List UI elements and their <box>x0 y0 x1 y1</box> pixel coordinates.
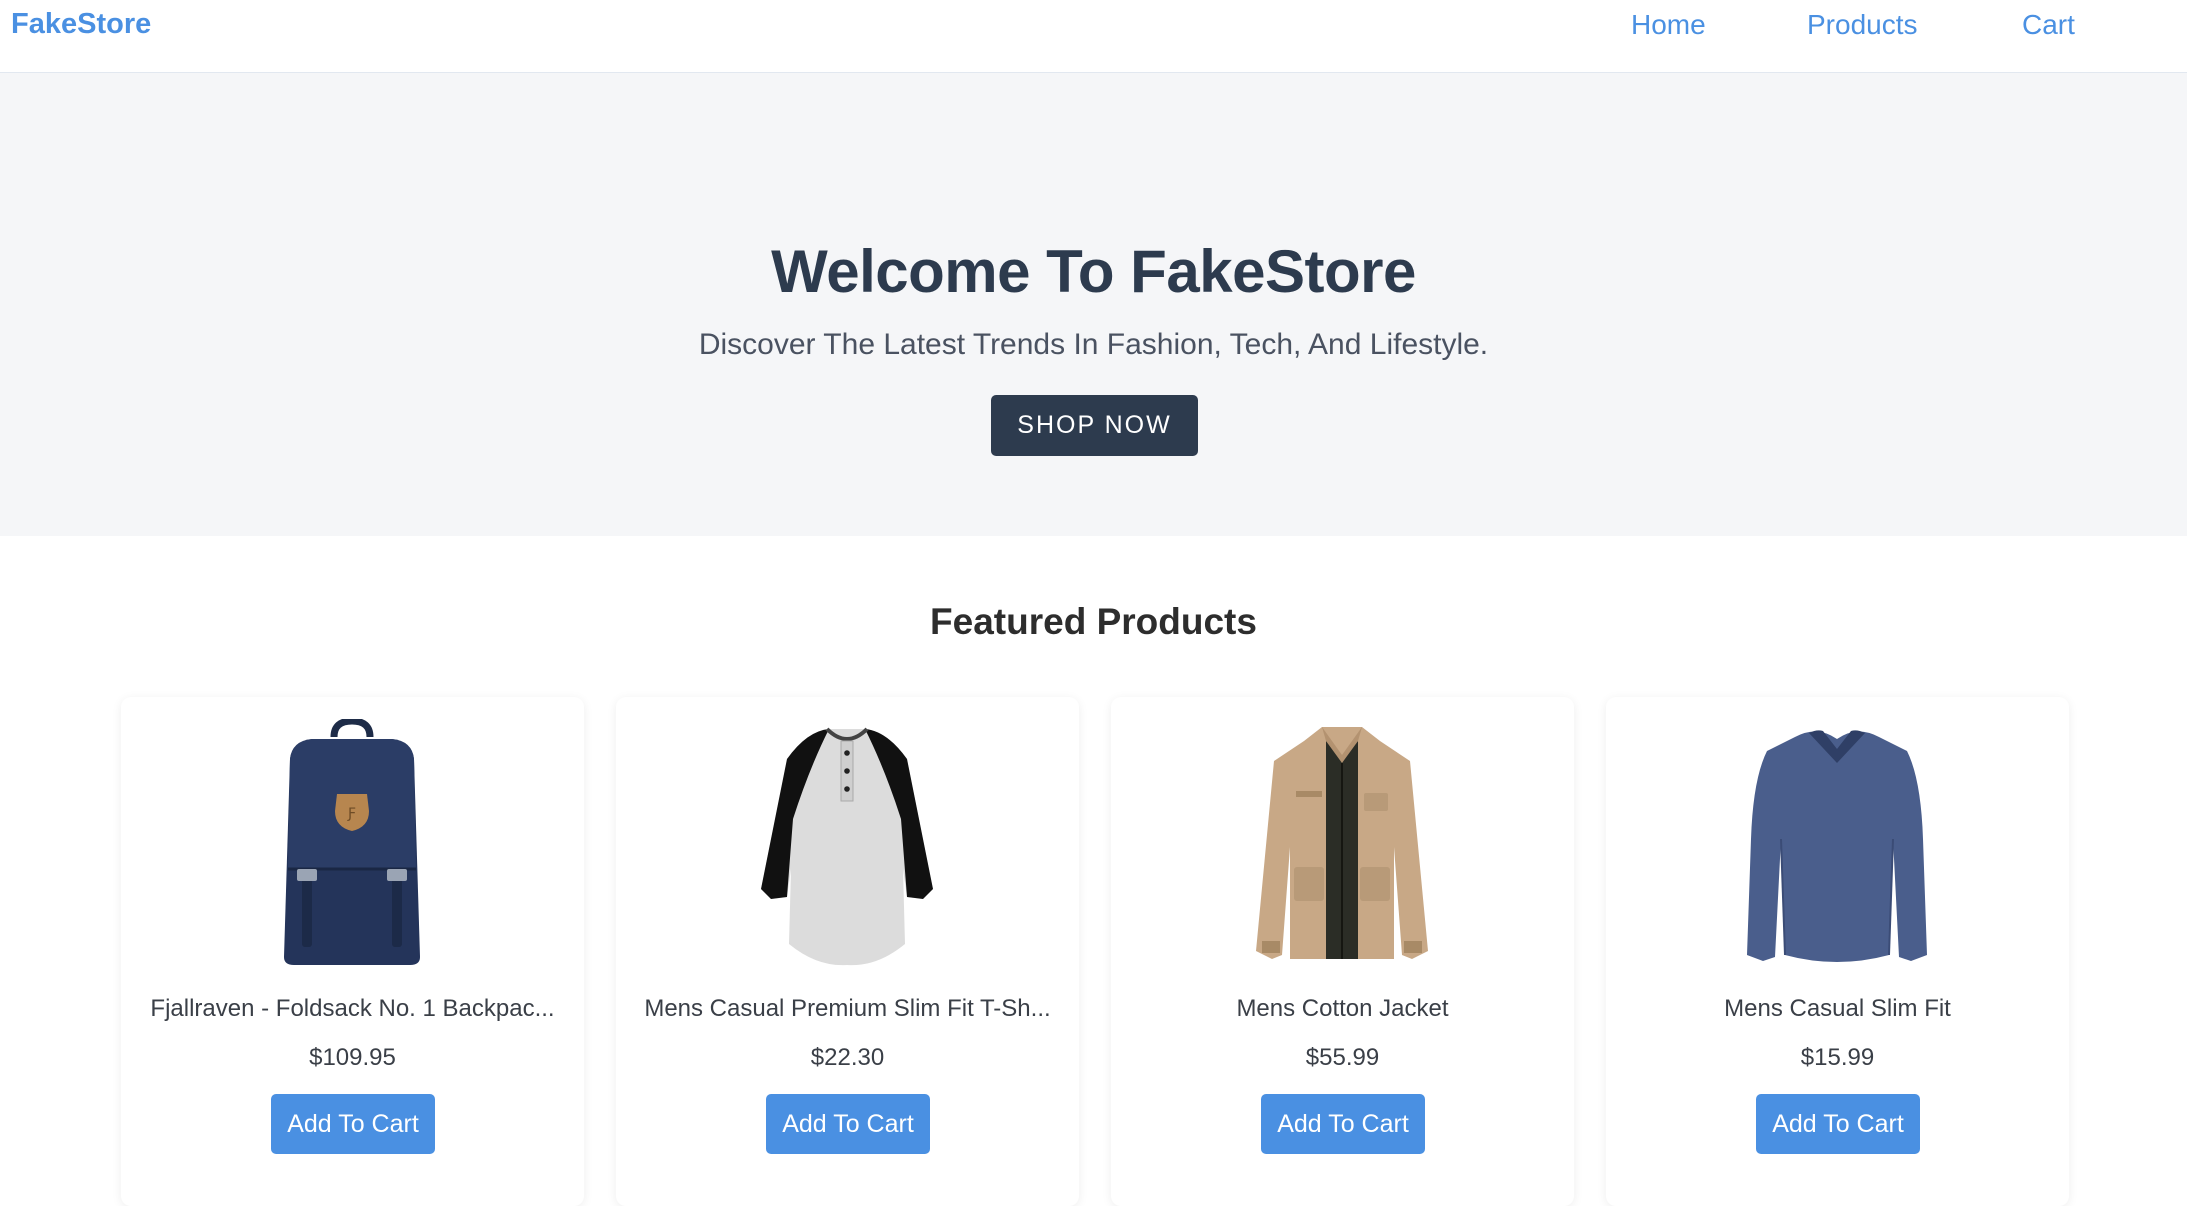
product-card: Mens Casual Slim Fit $15.99 Add To Cart <box>1606 697 2069 1206</box>
product-title[interactable]: Mens Casual Premium Slim Fit T-Sh... <box>616 995 1079 1023</box>
add-to-cart-button[interactable]: Add To Cart <box>1756 1094 1920 1154</box>
nav-link-home[interactable]: Home <box>1631 9 1706 41</box>
cotton-jacket-image[interactable] <box>1242 719 1442 969</box>
hero-section: Welcome To FakeStore Discover The Latest… <box>0 73 2187 536</box>
product-title[interactable]: Mens Casual Slim Fit <box>1606 995 2069 1023</box>
hero-subtitle: Discover The Latest Trends In Fashion, T… <box>698 328 1489 361</box>
product-card: Mens Casual Premium Slim Fit T-Sh... $22… <box>616 697 1079 1206</box>
add-to-cart-button[interactable]: Add To Cart <box>766 1094 930 1154</box>
product-price: $15.99 <box>1800 1044 1875 1071</box>
nav-link-cart[interactable]: Cart <box>2022 9 2075 41</box>
product-price: $55.99 <box>1305 1044 1380 1071</box>
featured-products-heading: Featured Products <box>930 601 1257 642</box>
product-title[interactable]: Mens Cotton Jacket <box>1111 995 1574 1023</box>
hero-title: Welcome To FakeStore <box>771 238 1416 305</box>
navbar: FakeStore Home Products Cart <box>0 0 2187 73</box>
nav-link-products[interactable]: Products <box>1807 9 1918 41</box>
svg-text:Ƒ: Ƒ <box>347 806 356 822</box>
add-to-cart-button[interactable]: Add To Cart <box>271 1094 435 1154</box>
shop-now-button[interactable]: SHOP NOW <box>991 395 1198 456</box>
product-card: Ƒ Fjallraven - Foldsack No. 1 Backpac...… <box>121 697 584 1206</box>
product-price: $109.95 <box>309 1044 396 1071</box>
backpack-image[interactable]: Ƒ <box>252 719 452 969</box>
product-title[interactable]: Fjallraven - Foldsack No. 1 Backpac... <box>121 995 584 1023</box>
add-to-cart-button[interactable]: Add To Cart <box>1261 1094 1425 1154</box>
product-card: Mens Cotton Jacket $55.99 Add To Cart <box>1111 697 1574 1206</box>
product-price: $22.30 <box>810 1044 885 1071</box>
long-sleeve-shirt-image[interactable] <box>1737 719 1937 969</box>
brand-logo[interactable]: FakeStore <box>11 8 151 41</box>
raglan-shirt-image[interactable] <box>747 719 947 969</box>
